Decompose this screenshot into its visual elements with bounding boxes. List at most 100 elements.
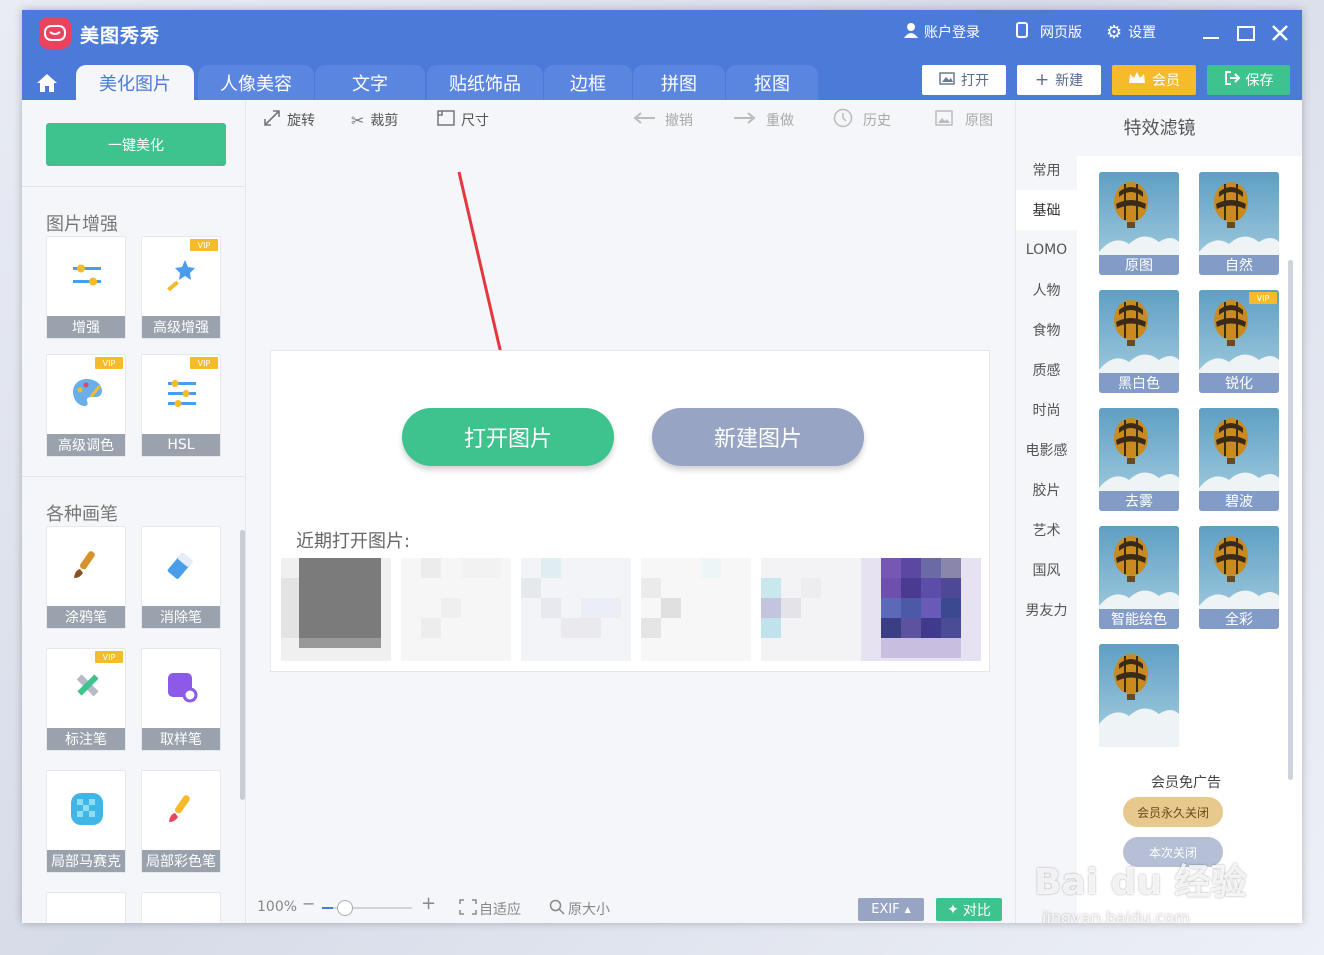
filter-thumbnail[interactable]: 智能绘色 bbox=[1099, 526, 1179, 629]
tool-eraser-pen[interactable]: 消除笔 bbox=[141, 526, 221, 629]
filter-thumbnail[interactable] bbox=[1099, 644, 1179, 747]
exif-button[interactable]: EXIF ▲ bbox=[858, 898, 924, 921]
vip-label: 会员 bbox=[1152, 73, 1180, 89]
tab-frame[interactable]: 边框 bbox=[544, 65, 632, 100]
tool-local-mosaic[interactable]: 局部马赛克 bbox=[46, 770, 126, 873]
filter-label: 全彩 bbox=[1199, 609, 1279, 629]
vip-button[interactable]: 会员 bbox=[1112, 65, 1196, 95]
filter-category-item[interactable]: 人物 bbox=[1016, 270, 1077, 310]
tool-enhance[interactable]: 增强 bbox=[46, 236, 126, 339]
tab-portrait[interactable]: 人像美容 bbox=[198, 65, 314, 100]
zoom-slider-track[interactable] bbox=[322, 900, 412, 916]
tool-more-2[interactable] bbox=[141, 892, 221, 923]
web-version-button[interactable]: 网页版 bbox=[1016, 22, 1082, 42]
filter-category-item[interactable]: 基础 bbox=[1016, 190, 1077, 230]
new-button[interactable]: + 新建 bbox=[1017, 65, 1101, 95]
filter-scrollbar[interactable] bbox=[1288, 260, 1293, 780]
rotate-button[interactable]: 旋转 bbox=[263, 110, 315, 130]
filter-category-item[interactable]: 时尚 bbox=[1016, 390, 1077, 430]
filter-thumbnail[interactable]: VIP 锐化 bbox=[1199, 290, 1279, 393]
tool-hsl[interactable]: VIP HSL bbox=[141, 354, 221, 457]
filter-category-item[interactable]: LOMO bbox=[1016, 230, 1077, 270]
tab-collage[interactable]: 拼图 bbox=[633, 65, 725, 100]
vip-close-ads-button[interactable]: 会员永久关闭 bbox=[1123, 797, 1223, 827]
left-scrollbar[interactable] bbox=[240, 530, 245, 800]
minimize-button[interactable] bbox=[1200, 22, 1222, 44]
open-image-button[interactable]: 打开图片 bbox=[402, 408, 614, 466]
filter-category-item[interactable]: 艺术 bbox=[1016, 510, 1077, 550]
filter-category-item[interactable]: 国风 bbox=[1016, 550, 1077, 590]
tab-cutout[interactable]: 抠图 bbox=[726, 65, 818, 100]
tool-local-color-pen[interactable]: 局部彩色笔 bbox=[141, 770, 221, 873]
recent-images-label: 近期打开图片: bbox=[296, 531, 411, 552]
actual-size-button[interactable]: 原大小 bbox=[549, 899, 610, 919]
recent-thumbnail[interactable] bbox=[281, 558, 391, 661]
recent-thumbnail[interactable] bbox=[861, 558, 981, 661]
recent-thumbnail[interactable] bbox=[521, 558, 631, 661]
new-image-button[interactable]: 新建图片 bbox=[652, 408, 864, 466]
tab-beautify[interactable]: 美化图片 bbox=[76, 65, 194, 100]
section-brush-title: 各种画笔 bbox=[46, 504, 118, 525]
filter-thumbnail[interactable]: 自然 bbox=[1199, 172, 1279, 275]
filter-thumbnail[interactable]: 去雾 bbox=[1099, 408, 1179, 511]
open-button[interactable]: 打开 bbox=[922, 65, 1006, 95]
maximize-button[interactable] bbox=[1235, 22, 1257, 44]
exif-label: EXIF bbox=[871, 902, 900, 917]
caret-up-icon: ▲ bbox=[904, 905, 911, 914]
filter-thumbnail[interactable]: 原图 bbox=[1099, 172, 1179, 275]
vip-badge: VIP bbox=[1249, 292, 1277, 304]
filter-thumbnail[interactable]: 全彩 bbox=[1199, 526, 1279, 629]
magic-wand-icon bbox=[162, 255, 202, 295]
undo-button[interactable]: 撤销 bbox=[633, 110, 693, 130]
tab-text[interactable]: 文字 bbox=[315, 65, 425, 100]
filter-category-item[interactable]: 常用 bbox=[1016, 150, 1077, 190]
filter-category-item[interactable]: 质感 bbox=[1016, 350, 1077, 390]
save-button[interactable]: 保存 bbox=[1207, 65, 1290, 95]
recent-thumbnail[interactable] bbox=[761, 558, 861, 661]
history-label: 历史 bbox=[863, 113, 891, 129]
zoom-in-icon[interactable]: + bbox=[421, 893, 436, 914]
settings-button[interactable]: ⚙ 设置 bbox=[1106, 22, 1156, 43]
filter-category-item[interactable]: 胶片 bbox=[1016, 470, 1077, 510]
filter-thumbnail[interactable]: 碧波 bbox=[1199, 408, 1279, 511]
login-button[interactable]: 账户登录 bbox=[904, 22, 980, 42]
close-button[interactable] bbox=[1269, 22, 1291, 44]
size-button[interactable]: 尺寸 bbox=[437, 110, 489, 130]
crop-label: 裁剪 bbox=[370, 113, 399, 129]
filter-label: 黑白色 bbox=[1099, 373, 1179, 393]
tab-stickers[interactable]: 贴纸饰品 bbox=[427, 65, 543, 100]
ad-free-text: 会员免广告 bbox=[1151, 775, 1221, 791]
compare-button[interactable]: ✦ 对比 bbox=[936, 898, 1002, 921]
tool-more-1[interactable] bbox=[46, 892, 126, 923]
original-label: 原图 bbox=[965, 113, 993, 129]
actual-size-label: 原大小 bbox=[568, 902, 610, 918]
clock-icon bbox=[833, 108, 853, 132]
tool-label: HSL bbox=[142, 434, 220, 456]
redo-button[interactable]: 重做 bbox=[734, 110, 794, 130]
original-button[interactable]: 原图 bbox=[935, 110, 993, 130]
recent-thumbnail[interactable] bbox=[641, 558, 751, 661]
tool-doodle-pen[interactable]: 涂鸦笔 bbox=[46, 526, 126, 629]
history-button[interactable]: 历史 bbox=[833, 108, 891, 132]
zoom-percent: 100% bbox=[257, 899, 298, 915]
recent-thumbnail[interactable] bbox=[401, 558, 511, 661]
tool-advanced-color[interactable]: VIP 高级调色 bbox=[46, 354, 126, 457]
fit-button[interactable]: 自适应 bbox=[459, 899, 521, 919]
filter-category-item[interactable]: 电影感 bbox=[1016, 430, 1077, 470]
tool-advanced-enhance[interactable]: VIP 高级增强 bbox=[141, 236, 221, 339]
one-click-beautify-button[interactable]: 一键美化 bbox=[46, 123, 226, 166]
zoom-slider-handle[interactable] bbox=[336, 900, 353, 916]
filter-thumbnail[interactable]: 黑白色 bbox=[1099, 290, 1179, 393]
resize-icon bbox=[437, 110, 455, 130]
zoom-slider-fill bbox=[322, 907, 333, 909]
filter-category-item[interactable]: 食物 bbox=[1016, 310, 1077, 350]
palette-icon bbox=[67, 373, 107, 413]
filter-category-item[interactable]: 男友力 bbox=[1016, 590, 1077, 630]
tool-sample-pen[interactable]: 取样笔 bbox=[141, 648, 221, 751]
magnifier-icon bbox=[549, 899, 565, 919]
home-icon[interactable] bbox=[32, 70, 62, 96]
crop-button[interactable]: ✂ 裁剪 bbox=[351, 110, 398, 130]
filter-label: 去雾 bbox=[1099, 491, 1179, 511]
tool-marker-pen[interactable]: VIP 标注笔 bbox=[46, 648, 126, 751]
zoom-out-icon[interactable]: − bbox=[302, 894, 315, 913]
